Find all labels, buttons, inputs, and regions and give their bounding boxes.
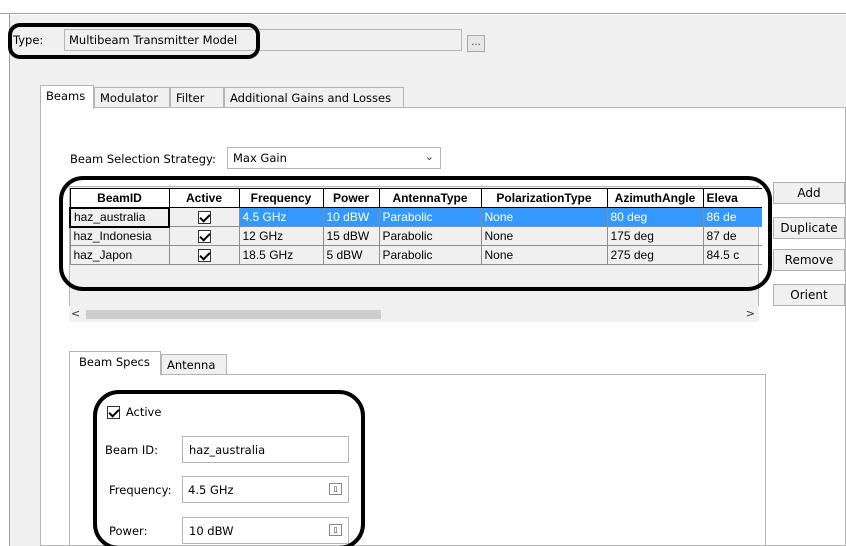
cell-active[interactable] <box>168 226 240 246</box>
table-row[interactable]: haz_Indonesia 12 GHz 15 dBW Parabolic No… <box>69 226 762 246</box>
duplicate-button[interactable]: Duplicate <box>773 217 845 239</box>
units-picker-icon[interactable]: ▯ <box>329 524 342 536</box>
beam-id-field[interactable]: haz_australia <box>182 436 349 463</box>
cell-beam-id[interactable]: haz_australia <box>69 206 170 228</box>
table-row[interactable]: haz_Japon 18.5 GHz 5 dBW Parabolic None … <box>69 245 762 265</box>
chevron-down-icon: ⌄ <box>424 150 434 163</box>
col-header-elevation[interactable]: Eleva <box>702 188 762 208</box>
cell-polarization[interactable]: None <box>480 207 608 227</box>
cell-antenna-type[interactable]: Parabolic <box>378 207 482 227</box>
cell-elevation[interactable]: 84.5 c <box>702 245 762 265</box>
table-row[interactable]: haz_australia 4.5 GHz 10 dBW Parabolic N… <box>69 206 762 228</box>
col-header-azimuthangle[interactable]: AzimuthAngle <box>606 188 704 208</box>
cell-frequency[interactable]: 18.5 GHz <box>238 245 324 265</box>
col-header-beamid[interactable]: BeamID <box>69 188 170 208</box>
beam-selection-select[interactable]: Max Gain ⌄ <box>227 147 441 169</box>
beam-id-value: haz_australia <box>189 443 266 457</box>
type-value: Multibeam Transmitter Model <box>69 33 238 47</box>
frequency-value: 4.5 GHz <box>188 483 234 497</box>
cell-polarization[interactable]: None <box>480 245 608 265</box>
tab-filter-label: Filter <box>176 91 205 105</box>
beam-selection-value: Max Gain <box>233 151 287 165</box>
cell-polarization[interactable]: None <box>480 226 608 246</box>
cell-power[interactable]: 5 dBW <box>322 245 380 265</box>
active-checkbox-row[interactable]: Active <box>107 405 161 419</box>
cell-power[interactable]: 10 dBW <box>322 207 380 227</box>
cell-beam-id[interactable]: haz_Japon <box>69 245 170 265</box>
tab-additional-gains-losses[interactable]: Additional Gains and Losses <box>224 87 404 107</box>
tab-filter[interactable]: Filter <box>170 87 224 107</box>
checkbox-checked-icon[interactable] <box>197 249 211 263</box>
power-value: 10 dBW <box>189 524 234 538</box>
cell-antenna-type[interactable]: Parabolic <box>378 226 482 246</box>
tab-beams[interactable]: Beams <box>40 85 94 109</box>
scroll-thumb[interactable] <box>86 310 381 319</box>
cell-elevation[interactable]: 86 de <box>702 207 762 227</box>
power-field[interactable]: 10 dBW ▯ <box>182 517 349 544</box>
type-field[interactable]: Multibeam Transmitter Model <box>64 29 462 51</box>
tab-modulator-label: Modulator <box>100 91 159 105</box>
cell-azimuth[interactable]: 80 deg <box>606 207 704 227</box>
browse-button[interactable]: ... <box>467 35 485 52</box>
tab-beams-label: Beams <box>46 89 86 103</box>
cell-power[interactable]: 15 dBW <box>322 226 380 246</box>
col-header-polarizationtype[interactable]: PolarizationType <box>480 188 608 208</box>
cell-azimuth[interactable]: 175 deg <box>606 226 704 246</box>
col-header-antennatype[interactable]: AntennaType <box>378 188 482 208</box>
cell-elevation[interactable]: 87 de <box>702 226 762 246</box>
power-label: Power: <box>109 524 148 538</box>
cell-frequency[interactable]: 12 GHz <box>238 226 324 246</box>
tab-modulator[interactable]: Modulator <box>94 87 170 107</box>
cell-beam-id[interactable]: haz_Indonesia <box>69 226 170 246</box>
col-header-power[interactable]: Power <box>322 188 380 208</box>
checkbox-checked-icon[interactable] <box>197 230 211 244</box>
type-label: Type: <box>13 33 44 47</box>
scroll-left-arrow[interactable]: < <box>71 307 80 320</box>
window-top-strip <box>0 0 846 14</box>
tab-beam-specs[interactable]: Beam Specs <box>69 351 161 375</box>
grid-header-row: BeamID Active Frequency Power AntennaTyp… <box>69 188 762 208</box>
cell-active[interactable] <box>168 207 240 227</box>
active-checkbox[interactable] <box>107 406 120 419</box>
frequency-label: Frequency: <box>109 483 172 497</box>
remove-button[interactable]: Remove <box>773 249 845 271</box>
cell-active[interactable] <box>168 245 240 265</box>
beam-specs-tab-panel <box>69 374 766 546</box>
tab-beam-specs-label: Beam Specs <box>79 355 150 369</box>
col-header-frequency[interactable]: Frequency <box>238 188 324 208</box>
beam-grid: BeamID Active Frequency Power AntennaTyp… <box>69 188 762 265</box>
scroll-right-arrow[interactable]: > <box>746 307 755 320</box>
window-left-strip <box>0 14 10 546</box>
orient-button[interactable]: Orient <box>773 284 845 306</box>
tab-antenna[interactable]: Antenna <box>161 354 227 374</box>
tab-additional-gains-label: Additional Gains and Losses <box>230 91 392 105</box>
col-header-active[interactable]: Active <box>168 188 240 208</box>
beam-grid-viewport: BeamID Active Frequency Power AntennaTyp… <box>69 188 762 274</box>
active-label: Active <box>125 405 162 419</box>
cell-azimuth[interactable]: 275 deg <box>606 245 704 265</box>
add-button[interactable]: Add <box>773 182 845 204</box>
grid-horizontal-scrollbar[interactable]: < > <box>69 306 759 322</box>
beam-selection-label: Beam Selection Strategy: <box>70 152 216 166</box>
tab-antenna-label: Antenna <box>167 358 216 372</box>
cell-frequency[interactable]: 4.5 GHz <box>238 207 324 227</box>
checkbox-checked-icon[interactable] <box>197 211 211 225</box>
beam-id-label: Beam ID: <box>105 443 158 457</box>
frequency-field[interactable]: 4.5 GHz ▯ <box>182 476 349 503</box>
units-picker-icon[interactable]: ▯ <box>329 483 342 495</box>
cell-antenna-type[interactable]: Parabolic <box>378 245 482 265</box>
